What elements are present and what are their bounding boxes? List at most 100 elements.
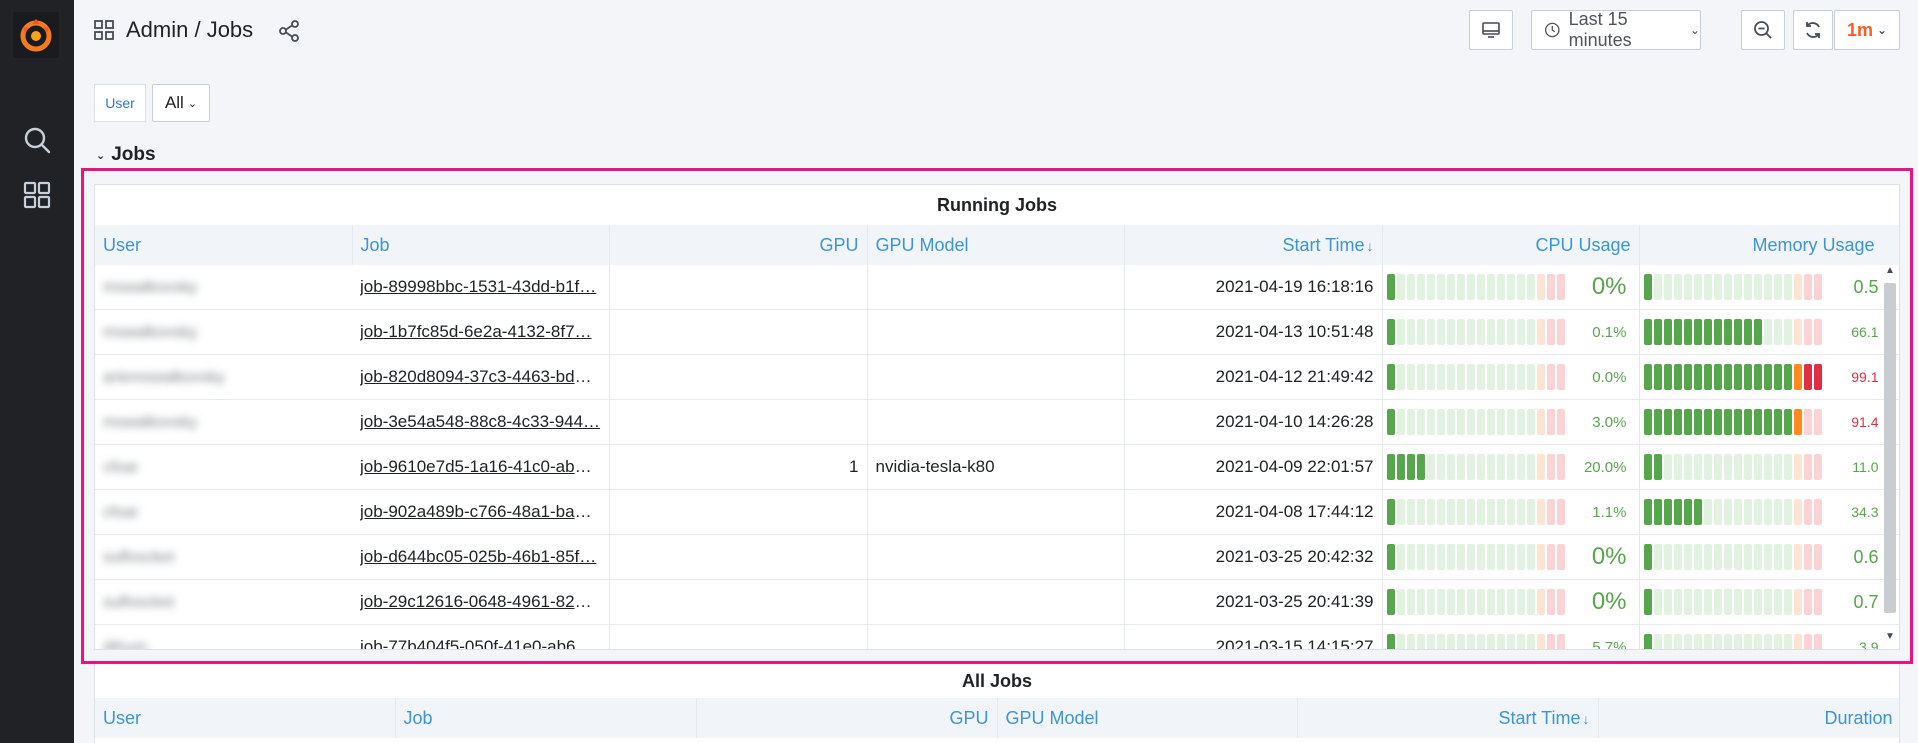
gauge-cell [1426,274,1435,300]
dashboards-icon[interactable] [22,180,52,210]
user-variable-select[interactable]: All ⌄ [152,84,210,122]
memory-usage-cell: 91.4 [1639,399,1899,445]
scroll-thumb[interactable] [1884,283,1896,613]
job-link[interactable]: job-820d8094-37c3-4463-bde… [360,367,601,387]
table-scrollbar[interactable]: ▲ ▼ [1883,265,1897,649]
column-header-label: Start Time [1282,234,1365,255]
chevron-down-icon: ⌄ [187,97,198,110]
gauge-cell [1703,454,1712,480]
gauge-cell [1506,589,1515,615]
gauge-cell [1506,499,1515,525]
gauge-cell [1753,274,1762,300]
gauge-cell [1406,364,1415,390]
column-header-job[interactable]: Job [352,225,610,265]
gauge-cell [1506,544,1515,570]
scroll-down-icon[interactable]: ▼ [1883,631,1897,645]
column-header-gpu-model[interactable]: GPU Model [997,698,1298,738]
job-link[interactable]: job-89998bbc-1531-43dd-b1f… [360,277,601,297]
job-link[interactable]: job-3e54a548-88c8-4c33-944… [360,412,601,432]
gauge-cell [1476,364,1485,390]
job-link[interactable]: job-9610e7d5-1a16-41c0-ab0… [360,457,601,477]
zoom-out-button[interactable] [1741,10,1785,50]
column-header-job[interactable]: Job [395,698,697,738]
job-cell: job-820d8094-37c3-4463-bde… [352,354,610,400]
gauge-cell [1673,364,1682,390]
user-name: artemswalkovsky [103,369,225,386]
time-range-picker[interactable]: Last 15 minutes ⌄ [1531,9,1701,50]
gauge-cell [1703,319,1712,345]
refresh-interval-picker[interactable]: 1m ⌄ [1834,10,1900,50]
grafana-logo[interactable] [13,12,59,58]
gauge-cell [1456,499,1465,525]
gauge-cell [1673,634,1682,649]
column-header-user[interactable]: User [95,225,353,265]
gauge-cell [1733,634,1742,649]
column-header-memory-usage[interactable]: Memory Usage [1639,225,1899,265]
gauge-cell [1663,274,1672,300]
gauge-cell [1723,409,1732,435]
job-link[interactable]: job-1b7fc85d-6e2a-4132-8f7… [360,322,601,342]
gauge-cell [1456,274,1465,300]
gauge-cell [1536,499,1545,525]
gauge-cell [1556,544,1565,570]
gauge-cell [1643,319,1652,345]
panel-title[interactable]: All Jobs [95,664,1899,698]
gauge-cell [1476,409,1485,435]
share-icon[interactable] [278,20,300,42]
user-cell: cfoar [95,444,352,490]
page-title[interactable]: Admin / Jobs [126,17,253,43]
gauge-cell [1546,274,1555,300]
column-header-user[interactable]: User [95,698,396,738]
job-link[interactable]: job-902a489b-c766-48a1-ba7… [360,502,601,522]
gauge-cell [1753,319,1762,345]
column-header-gpu[interactable]: GPU [696,698,998,738]
tv-mode-button[interactable] [1469,10,1513,50]
cpu-usage-cell: 1.1% [1382,489,1640,535]
gauge-cell [1416,454,1425,480]
gauge-cell [1793,634,1802,649]
gpu-model-cell [867,534,1125,580]
gauge-cell [1783,544,1792,570]
gauge-cell [1426,364,1435,390]
column-header-gpu-model[interactable]: GPU Model [867,225,1125,265]
gauge-cell [1476,589,1485,615]
jobs-row-header[interactable]: ⌄ Jobs [96,144,156,166]
scroll-up-icon[interactable]: ▲ [1883,265,1897,279]
user-name: mswalkovsky [103,414,198,431]
gauge-cell [1713,274,1722,300]
job-link[interactable]: job-d644bc05-025b-46b1-85f… [360,547,601,567]
column-header-cpu-usage[interactable]: CPU Usage [1382,225,1640,265]
job-cell: job-29c12616-0648-4961-828… [352,579,610,625]
column-header-start-time[interactable]: Start Time ↓ [1124,225,1383,265]
gauge-cell [1526,364,1535,390]
search-icon[interactable] [22,125,52,155]
gauge-cell [1653,409,1662,435]
gauge-cell [1743,634,1752,649]
column-header-duration[interactable]: Duration [1598,698,1899,738]
chevron-down-icon: ⌄ [96,149,106,162]
gauge-cell [1743,589,1752,615]
column-header-gpu[interactable]: GPU [609,225,868,265]
gpu-cell [609,265,868,310]
memory-usage-gauge: 34.3 [1643,490,1897,534]
gauge-cell [1496,634,1505,649]
gauge-cell [1386,319,1395,345]
column-header-start-time[interactable]: Start Time ↓ [1297,698,1599,738]
panel-title[interactable]: Running Jobs [95,185,1899,225]
gauge-cell [1486,544,1495,570]
gauge-cell [1446,364,1455,390]
job-link[interactable]: job-29c12616-0648-4961-828… [360,592,601,612]
gauge-cell [1436,544,1445,570]
gauge-cell [1763,544,1772,570]
gauge-cell [1456,319,1465,345]
refresh-button[interactable] [1793,10,1833,50]
start-time-cell: 2021-03-25 20:42:32 [1124,534,1383,580]
gauge-cell [1436,499,1445,525]
table-body-scroll[interactable]: mswalkovsky job-89998bbc-1531-43dd-b1f… 20… [95,265,1899,649]
user-cell: sulfoscket [95,579,352,625]
memory-usage-gauge: 91.4 [1643,400,1897,444]
gpu-cell [609,399,868,445]
job-link[interactable]: job-77b404f5-050f-41e0-ab6… [360,637,601,649]
gauge-cell [1456,409,1465,435]
gauge-cell [1773,589,1782,615]
